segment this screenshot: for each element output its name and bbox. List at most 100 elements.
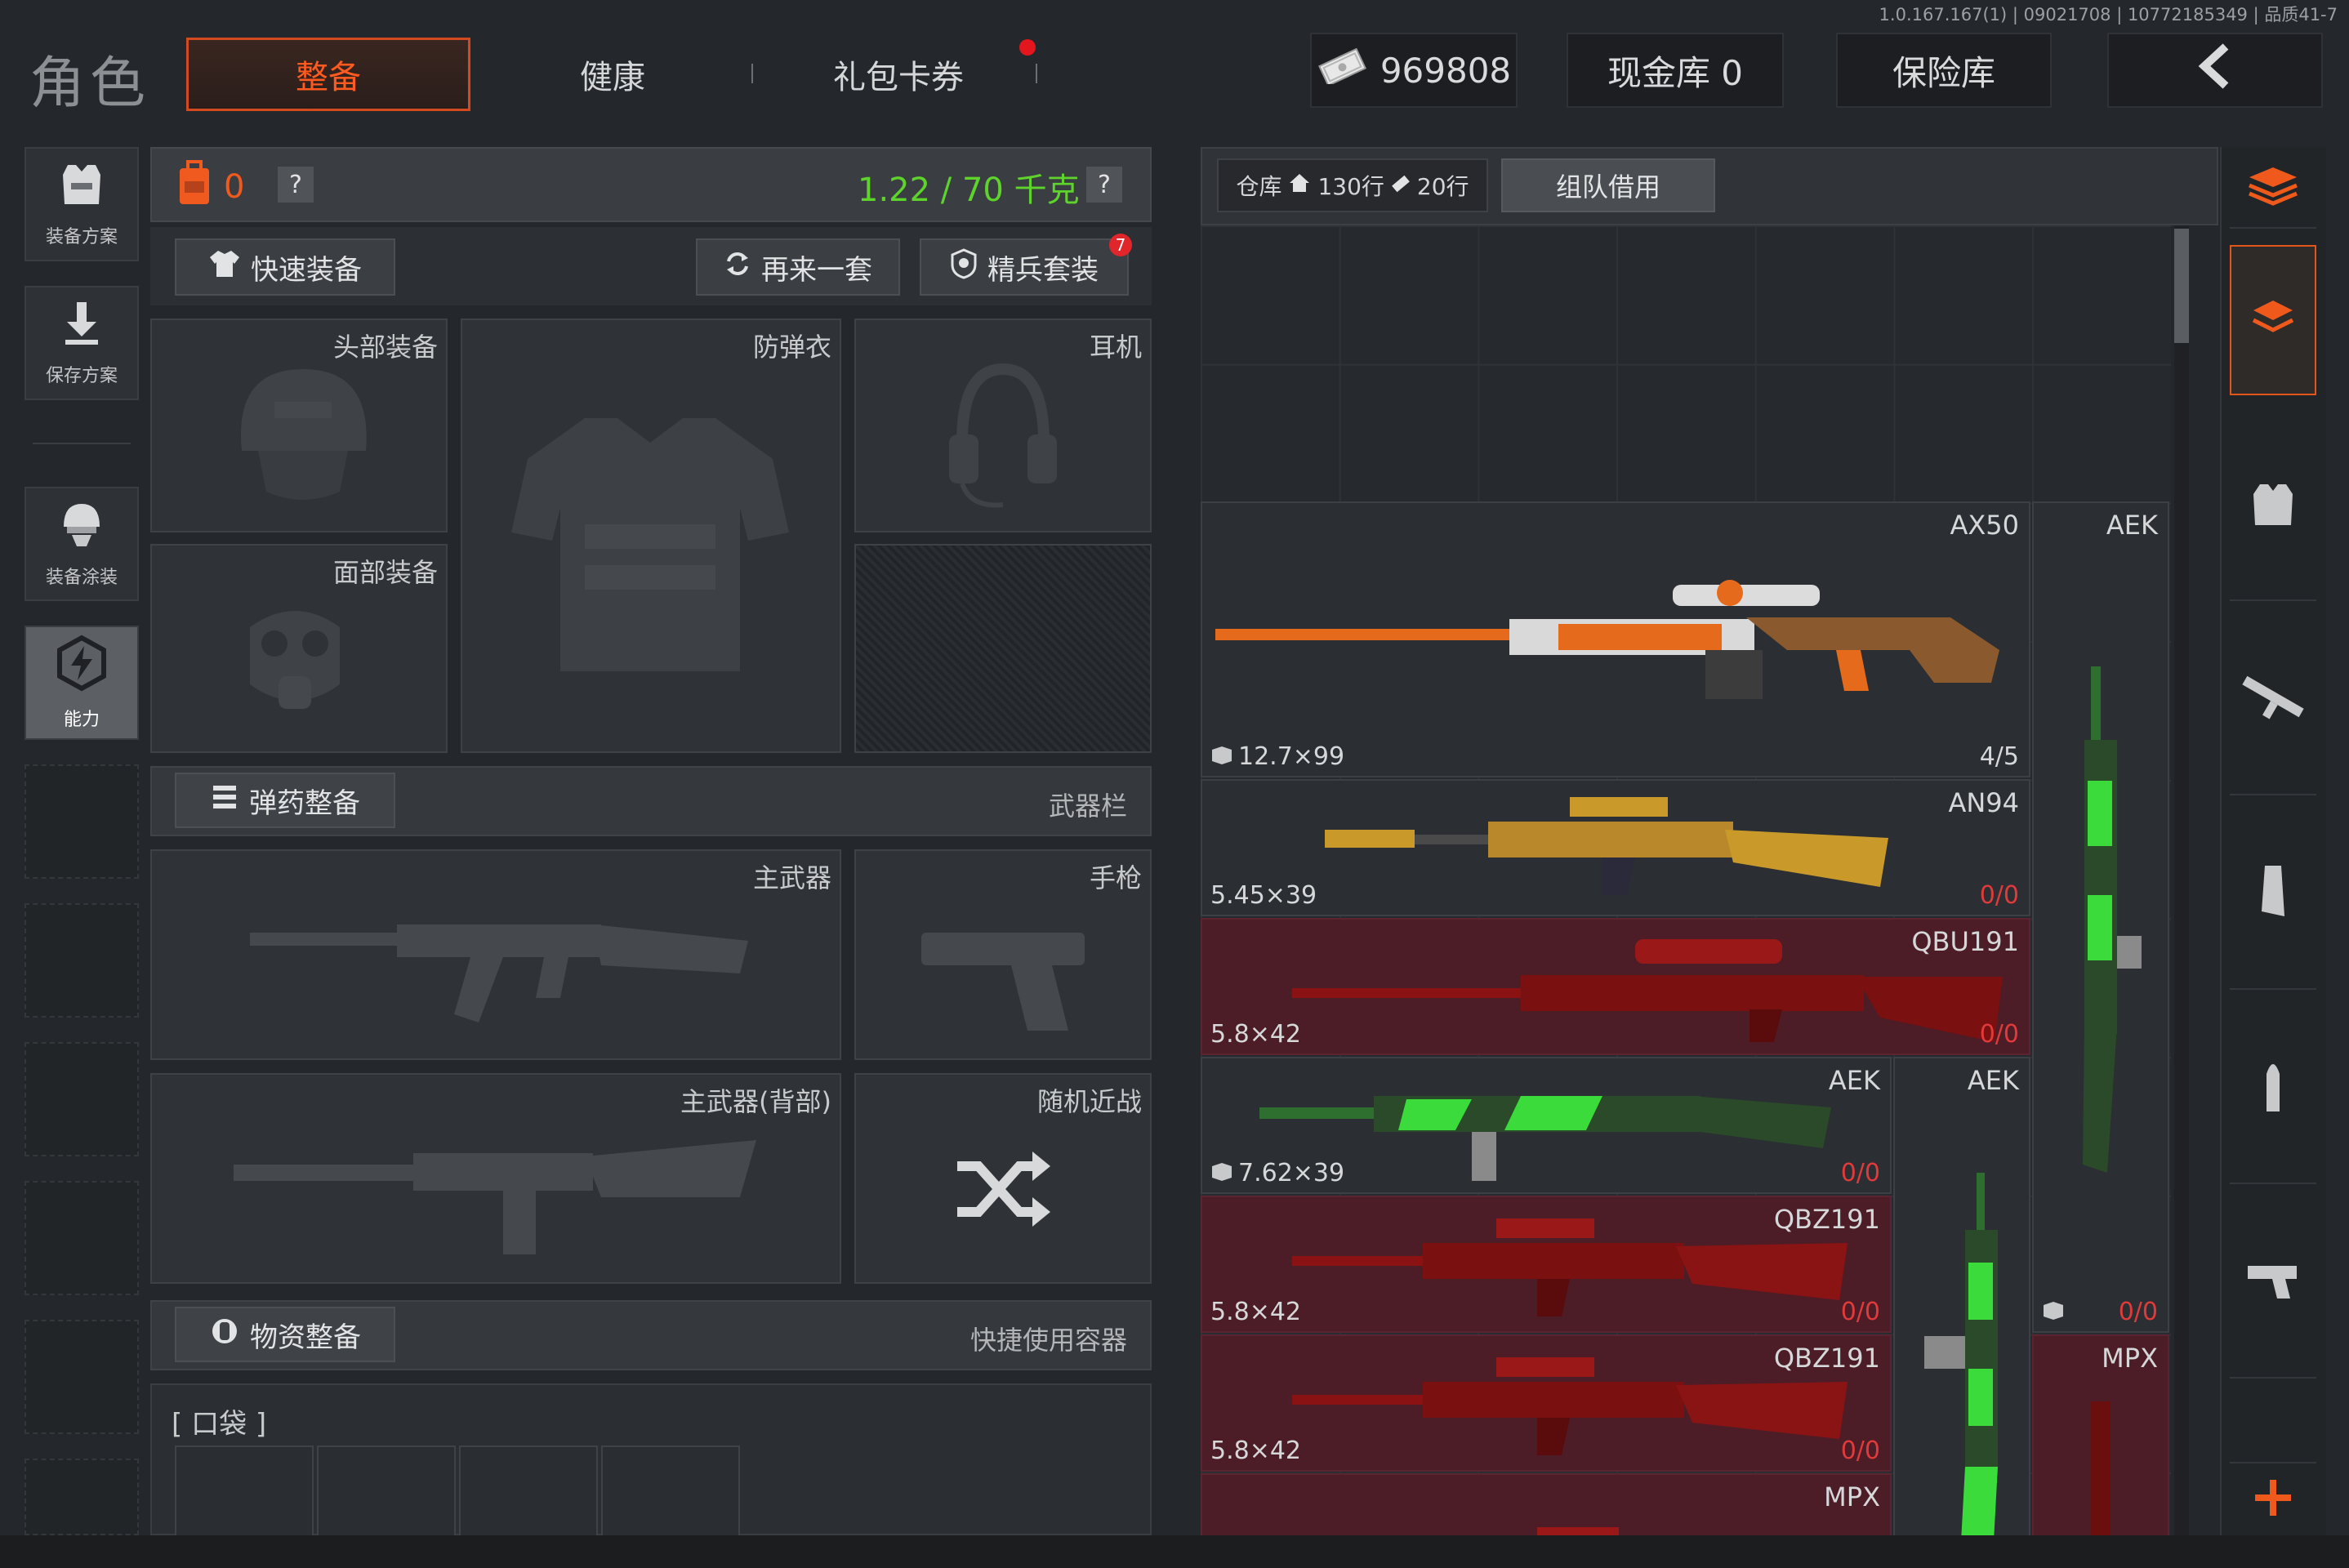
item-count: 0/0: [1840, 1298, 1880, 1326]
stack-icon: [2249, 296, 2298, 345]
item-mpx[interactable]: MPX: [1201, 1473, 1892, 1535]
tab-health[interactable]: 健康: [506, 38, 719, 111]
rifle-icon: [1325, 797, 1888, 895]
rifle-icon: [2091, 1401, 2111, 1535]
item-name: AEK: [1967, 1065, 2019, 1096]
backpack-count-value: 0: [224, 168, 245, 206]
shuffle-icon: [957, 1152, 1050, 1227]
item-name: AX50: [1950, 510, 2019, 541]
rifle-icon: [1537, 1527, 1619, 1535]
item-ax50[interactable]: AX50 12.7×99 4/5: [1201, 501, 2030, 777]
category-pistol[interactable]: [2230, 1186, 2316, 1379]
equip-paint-label: 装备涂装: [45, 568, 118, 588]
backpack-icon: [175, 160, 214, 214]
category-armor[interactable]: [2230, 413, 2316, 601]
warehouse-rows: 130行: [1317, 173, 1384, 200]
warehouse-scrollbar[interactable]: [2174, 225, 2189, 1535]
primary-weapon-slot[interactable]: 主武器: [150, 849, 841, 1060]
ticket-icon: [1391, 172, 1411, 199]
shield-icon: [950, 247, 978, 287]
item-qbz191[interactable]: QBZ191 5.8×42 0/0: [1201, 1334, 1892, 1472]
add-category-button[interactable]: [2230, 1462, 2316, 1535]
help-button[interactable]: ?: [278, 167, 314, 203]
equip-plan-button[interactable]: 装备方案: [25, 147, 139, 261]
headset-slot[interactable]: 耳机: [854, 318, 1152, 532]
equip-again-label: 再来一套: [761, 253, 872, 287]
ability-button[interactable]: 能力: [25, 626, 139, 740]
weight-display: 1.22 / 70 千克: [858, 172, 1080, 209]
money-display: 969808: [1310, 33, 1518, 108]
ammo-prep-button[interactable]: 弹药整备: [175, 773, 395, 828]
back-button[interactable]: [2107, 33, 2323, 108]
item-ammo: 12.7×99: [1210, 742, 1344, 771]
equip-paint-button[interactable]: 装备涂装: [25, 487, 139, 601]
melee-label: 随机近战: [1036, 1086, 1142, 1117]
item-aek[interactable]: AEK 7.62×39 0/0: [1201, 1057, 1892, 1194]
item-qbz191[interactable]: QBZ191 5.8×42 0/0: [1201, 1196, 1892, 1333]
item-name: AN94: [1948, 787, 2019, 818]
tab-equip[interactable]: 整备: [186, 38, 470, 111]
version-text: 1.0.167.167(1) | 09021708 | 10772185349 …: [1879, 5, 2338, 24]
rifle-icon: [1259, 1096, 1831, 1181]
item-count: 0/0: [1840, 1159, 1880, 1187]
helmet-icon: [56, 499, 108, 555]
supply-prep-button[interactable]: 物资整备: [175, 1307, 395, 1362]
item-count: 4/5: [1979, 742, 2019, 771]
pistol-label: 手枪: [1089, 862, 1142, 893]
rail-empty-slot: [25, 1042, 139, 1156]
quick-equip-label: 快速装备: [251, 253, 362, 287]
tab-divider: [751, 64, 753, 83]
team-borrow-button[interactable]: 组队借用: [1501, 158, 1715, 212]
rail-empty-slot: [25, 903, 139, 1018]
supply-prep-label: 物资整备: [250, 1321, 361, 1354]
category-gear[interactable]: [2230, 245, 2316, 395]
item-count: 0/0: [1840, 1437, 1880, 1465]
primary-back-weapon-slot[interactable]: 主武器(背部): [150, 1073, 841, 1284]
ammo-icon: [210, 782, 239, 819]
item-mpx[interactable]: MPX: [2032, 1334, 2169, 1535]
ammo-prep-label: 弹药整备: [249, 786, 360, 820]
body-armor-slot[interactable]: 防弹衣: [461, 318, 841, 753]
ammo-box-icon: [2042, 1298, 2065, 1326]
primary-back-weapon-label: 主武器(背部): [680, 1086, 831, 1117]
item-ammo: 5.45×39: [1210, 881, 1317, 910]
save-plan-button[interactable]: 保存方案: [25, 286, 139, 400]
empty-gear-slot[interactable]: [854, 544, 1152, 753]
category-rifle[interactable]: [2230, 603, 2316, 795]
warehouse-grid[interactable]: AX50 12.7×99 4/5 AN94 5.45×39 0/0 QBU191…: [1201, 225, 2171, 1535]
item-aek[interactable]: AEK: [1893, 1057, 2030, 1535]
warehouse-scroll-thumb[interactable]: [2174, 229, 2189, 343]
face-gear-slot[interactable]: 面部装备: [150, 544, 448, 753]
supply-icon: [209, 1316, 240, 1354]
quick-equip-button[interactable]: 快速装备: [175, 238, 395, 296]
item-aek[interactable]: AEK 0/0: [2032, 501, 2169, 1333]
warehouse-info[interactable]: 仓库 130行 20行: [1217, 158, 1488, 212]
melee-slot[interactable]: 随机近战: [854, 1073, 1152, 1284]
category-magazine[interactable]: [2230, 797, 2316, 990]
category-all[interactable]: [2230, 147, 2316, 229]
rifle-icon: [1924, 1173, 1998, 1535]
cash-vault-button[interactable]: 现金库 0: [1567, 33, 1784, 108]
home-icon: [1288, 172, 1311, 200]
safe-box-button[interactable]: 保险库: [1836, 33, 2052, 108]
item-name: AEK: [2106, 510, 2158, 541]
weapon-bar-label: 武器栏: [1048, 791, 1127, 822]
helmet-silhouette-icon: [240, 369, 367, 500]
category-ammo[interactable]: [2230, 991, 2316, 1184]
tab-gift[interactable]: 礼包卡券: [784, 38, 1013, 111]
item-ammo: 5.8×42: [1210, 1020, 1302, 1049]
page-title: 角色: [29, 51, 151, 116]
item-qbu191[interactable]: QBU191 5.8×42 0/0: [1201, 918, 2030, 1055]
equip-again-button[interactable]: 再来一套: [696, 238, 900, 296]
item-an94[interactable]: AN94 5.45×39 0/0: [1201, 779, 2030, 916]
rifle-icon: [1292, 1218, 1848, 1316]
head-gear-slot[interactable]: 头部装备: [150, 318, 448, 532]
elite-set-button[interactable]: 精兵套装: [920, 238, 1129, 296]
download-icon: [57, 299, 106, 353]
item-ammo: 5.8×42: [1210, 1437, 1302, 1465]
item-count: 0/0: [2118, 1298, 2158, 1326]
item-name: MPX: [1824, 1481, 1880, 1512]
weight-help-button[interactable]: ?: [1086, 167, 1122, 203]
pistol-slot[interactable]: 手枪: [854, 849, 1152, 1060]
gas-mask-silhouette-icon: [250, 611, 340, 709]
